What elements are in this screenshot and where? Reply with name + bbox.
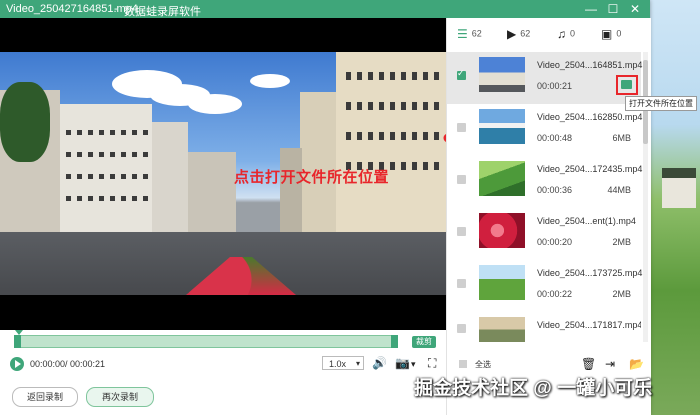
file-thumbnail bbox=[479, 57, 525, 92]
file-duration: 00:00:22 bbox=[537, 289, 573, 299]
camera-dropdown-icon[interactable]: ▾ bbox=[411, 359, 416, 370]
file-name: Video_2504...ent(1).mp4 bbox=[537, 216, 636, 226]
title-bar: Video_250427164851.mp4 - 数据蛙录屏软件 — ☐ ✕ bbox=[0, 0, 650, 18]
file-checkbox[interactable] bbox=[457, 324, 466, 333]
file-size: 44MB bbox=[607, 185, 631, 195]
timeline-end-handle[interactable] bbox=[391, 335, 398, 348]
wallpaper-house bbox=[662, 168, 696, 208]
annotation-text: 点击打开文件所在位置 bbox=[234, 169, 390, 186]
close-icon[interactable]: ✕ bbox=[624, 1, 646, 17]
tab-all[interactable]: ☰ 62 bbox=[457, 27, 482, 41]
select-all-checkbox[interactable] bbox=[459, 360, 467, 368]
file-item[interactable]: Video_2504...ent(1).mp4 00:00:20 2MB bbox=[447, 208, 641, 260]
maximize-icon[interactable]: ☐ bbox=[602, 1, 624, 17]
file-list-panel: ☰62 ▶62 ♫0 ▣0 Video_2504...164851.mp4 00… bbox=[446, 18, 697, 415]
trim-button[interactable]: 裁剪 bbox=[412, 336, 436, 348]
file-size: 2MB bbox=[612, 289, 631, 299]
file-name: Video_2504...173725.mp4 bbox=[537, 268, 643, 278]
file-item[interactable]: Video_2504...173725.mp4 00:00:22 2MB bbox=[447, 260, 643, 312]
file-item[interactable]: Video_2504...171817.mp4 bbox=[447, 312, 641, 342]
media-tabs: ☰ 62 ▶ 62 ♫ 0 ▣ 0 bbox=[447, 18, 651, 52]
file-duration: 00:00:21 bbox=[537, 81, 573, 91]
open-folder-icon[interactable] bbox=[621, 80, 632, 89]
tab-audio-count: 0 bbox=[570, 28, 576, 39]
tab-image-count: 0 bbox=[616, 28, 622, 39]
record-again-button[interactable]: 再次录制 bbox=[86, 387, 154, 407]
title-separator: - bbox=[114, 3, 118, 15]
fullscreen-icon[interactable]: ⛶ bbox=[428, 356, 436, 371]
speed-value: 1.0x bbox=[329, 359, 347, 369]
video-player[interactable]: 点击打开文件所在位置 bbox=[0, 18, 446, 330]
file-checkbox[interactable] bbox=[457, 123, 466, 132]
tab-all-count: 62 bbox=[471, 28, 482, 39]
tab-video-count: 62 bbox=[520, 28, 531, 39]
timeline-track[interactable] bbox=[14, 335, 398, 348]
export-icon[interactable]: ⇥ bbox=[605, 357, 615, 371]
folder-icon[interactable]: 📂 bbox=[629, 357, 644, 371]
file-checkbox[interactable] bbox=[457, 68, 466, 80]
window-app-title: 数据蛙录屏软件 bbox=[124, 6, 201, 18]
file-checkbox[interactable] bbox=[457, 279, 466, 288]
image-icon: ▣ bbox=[601, 27, 613, 41]
file-duration: 00:00:36 bbox=[537, 185, 573, 195]
file-thumbnail bbox=[479, 109, 525, 144]
select-all-label: 全选 bbox=[475, 360, 491, 369]
list-icon: ☰ bbox=[457, 27, 468, 41]
watermark: 掘金技术社区 @ 一罐小可乐 bbox=[414, 378, 653, 399]
trash-icon[interactable]: 🗑 bbox=[581, 357, 596, 371]
chevron-down-icon: ▾ bbox=[355, 359, 360, 368]
tab-audio[interactable]: ♫ 0 bbox=[557, 27, 575, 41]
file-size: 6MB bbox=[612, 133, 631, 143]
file-thumbnail bbox=[479, 265, 525, 300]
window-file-title: Video_250427164851.mp4 bbox=[6, 3, 138, 15]
camera-icon[interactable]: 📷 bbox=[395, 356, 410, 370]
file-thumbnail bbox=[479, 213, 525, 248]
speed-select[interactable]: 1.0x ▾ bbox=[322, 356, 364, 370]
timeline-start-handle[interactable] bbox=[14, 335, 21, 348]
file-size: 2MB bbox=[612, 237, 631, 247]
file-thumbnail bbox=[479, 161, 525, 196]
file-name: Video_2504...164851.mp4 bbox=[537, 60, 643, 70]
back-to-record-button[interactable]: 返回录制 bbox=[12, 387, 78, 407]
tab-video[interactable]: ▶ 62 bbox=[507, 27, 530, 41]
file-name: Video_2504...162850.mp4 bbox=[537, 112, 643, 122]
file-duration: 00:00:48 bbox=[537, 133, 573, 143]
file-item[interactable]: Video_2504...172435.mp4 00:00:36 44MB bbox=[447, 156, 643, 208]
open-folder-tooltip: 打开文件所在位置 bbox=[625, 96, 697, 111]
play-icon[interactable] bbox=[10, 357, 24, 371]
music-icon: ♫ bbox=[557, 27, 566, 41]
file-thumbnail bbox=[479, 317, 525, 342]
file-checkbox[interactable] bbox=[457, 227, 466, 236]
app-window: Video_250427164851.mp4 - 数据蛙录屏软件 — ☐ ✕ 点… bbox=[0, 0, 697, 415]
file-item[interactable]: Video_2504...162850.mp4 00:00:48 6MB bbox=[447, 104, 643, 156]
volume-icon[interactable]: 🔊 bbox=[372, 356, 387, 370]
playback-time: 00:00:00/ 00:00:21 bbox=[30, 359, 106, 369]
file-duration: 00:00:20 bbox=[537, 237, 573, 247]
file-item[interactable]: Video_2504...164851.mp4 00:00:21 bbox=[447, 52, 643, 104]
video-icon: ▶ bbox=[507, 27, 517, 41]
desktop-wallpaper bbox=[650, 0, 700, 415]
tab-image[interactable]: ▣ 0 bbox=[601, 27, 621, 41]
minimize-icon[interactable]: — bbox=[580, 1, 602, 17]
file-name: Video_2504...172435.mp4 bbox=[537, 164, 643, 174]
file-checkbox[interactable] bbox=[457, 175, 466, 184]
file-name: Video_2504...171817.mp4 bbox=[537, 320, 641, 330]
